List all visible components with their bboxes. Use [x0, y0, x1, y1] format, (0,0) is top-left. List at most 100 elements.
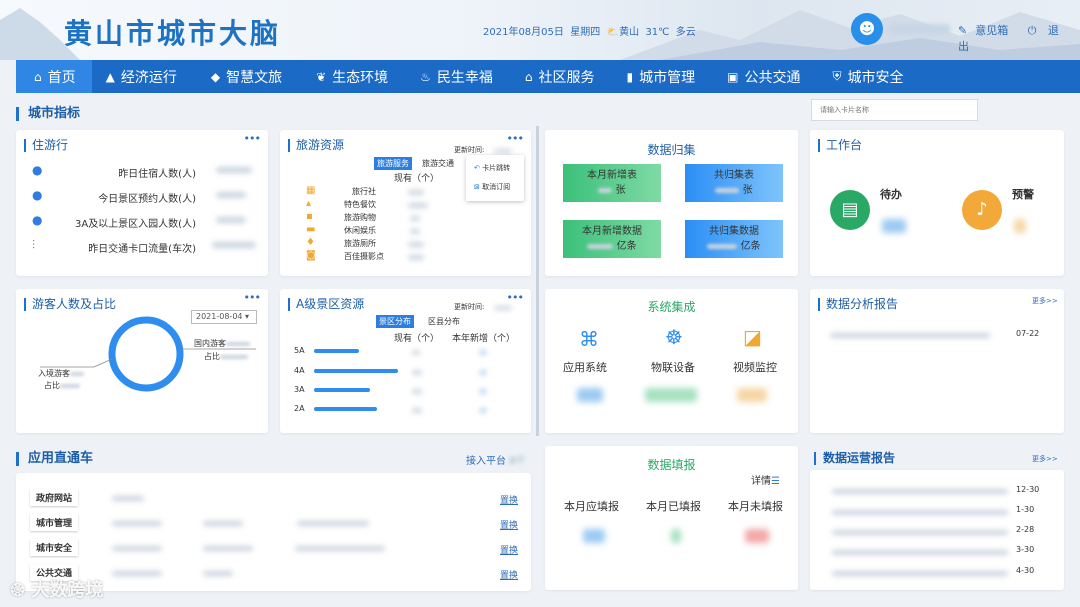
report-item[interactable]	[832, 507, 1008, 518]
domestic-text: 国内游客	[194, 339, 226, 348]
level-label: 5A	[294, 346, 305, 355]
card-context-menu: ↶ 卡片跳转 ⊠ 取消订阅	[466, 155, 524, 201]
monthly-new-tables[interactable]: 本月新增表 张	[563, 164, 661, 202]
card-title: 系统集成	[647, 300, 696, 314]
list-icon: ☰	[771, 476, 780, 487]
report-item[interactable]	[830, 330, 990, 341]
tab-scenic-distribution[interactable]: 景区分布	[376, 315, 414, 328]
detail-link[interactable]: 详情☰	[751, 472, 780, 487]
nav-label: 智慧文旅	[226, 69, 283, 86]
todo-count	[882, 214, 906, 239]
person-icon: ●	[32, 213, 43, 227]
lodging-value	[216, 165, 252, 176]
col-header: 现有（个）	[394, 174, 440, 184]
nav-label: 生态环境	[332, 69, 389, 86]
card-title: 住游行	[24, 139, 68, 152]
menu-jump[interactable]: ↶ 卡片跳转	[474, 163, 510, 173]
nav-environment[interactable]: ❦ 生态环境	[292, 60, 398, 93]
replace-link[interactable]: 置换	[500, 543, 518, 556]
nav-city-safety[interactable]: ⛨ 城市安全	[811, 60, 914, 93]
row-label: 休闲娱乐	[344, 226, 376, 235]
menu-label: 卡片跳转	[482, 164, 511, 172]
nav-public-transport[interactable]: ▣ 公共交通	[705, 60, 810, 93]
person-icon: ●	[32, 163, 43, 177]
menu-unsubscribe[interactable]: ⊠ 取消订阅	[474, 182, 510, 192]
feedback-label: 意见箱	[975, 24, 1009, 37]
nav-label: 公共交通	[744, 69, 801, 86]
food-icon: ▴	[306, 198, 312, 209]
stat-label: 共归集表	[714, 170, 754, 181]
replace-link[interactable]: 置换	[500, 568, 518, 581]
nav-livelihood[interactable]: ♨ 民生幸福	[398, 60, 503, 93]
card-search-input[interactable]	[811, 99, 978, 121]
nav-label: 民生幸福	[436, 69, 493, 86]
total-tables[interactable]: 共归集表 张	[685, 164, 783, 202]
card-visitors: 游客人数及占比 ••• 2021-08-04 ▾ 入境游客 占比 国内游客 占比	[16, 289, 268, 433]
vertical-scrollbar[interactable]	[536, 126, 539, 436]
ratio-text: 占比	[204, 352, 220, 361]
report-item[interactable]	[832, 527, 1008, 538]
report-item[interactable]	[832, 547, 1008, 558]
nav-economy[interactable]: ▲ 经济运行	[92, 60, 187, 93]
chart-icon: ▲	[105, 69, 115, 84]
todo-icon[interactable]: ▤	[830, 190, 870, 230]
avatar[interactable]: ☻	[851, 13, 883, 45]
tab-tourism-service[interactable]: 旅游服务	[374, 157, 412, 170]
report-item[interactable]	[832, 486, 1008, 497]
row-label: 旅游厕所	[344, 239, 376, 248]
nav-home[interactable]: ⌂ 首页	[16, 60, 92, 93]
temperature-text: 31℃	[645, 27, 670, 38]
lodging-label: 昨日住宿人数(人)	[118, 169, 196, 180]
report-date: 1-30	[1016, 505, 1035, 514]
more-link[interactable]: 更多>>	[1032, 454, 1058, 464]
stat-unit: 亿条	[616, 241, 637, 252]
app-category[interactable]: 政府网站	[30, 489, 79, 506]
jump-icon: ↶	[474, 164, 480, 172]
more-link[interactable]: 更多>>	[1032, 296, 1058, 306]
building-icon: ▮	[626, 69, 634, 84]
nav-label: 首页	[47, 69, 76, 86]
report-pending-count	[745, 524, 769, 549]
row-label: 旅游购物	[344, 213, 376, 222]
card-lodging: 住游行 ••• ● 昨日住宿人数(人) ● 今日景区预约人数(人) ● 3A及以…	[16, 130, 268, 276]
stat-unit: 亿条	[740, 241, 761, 252]
todo-label: 待办	[880, 188, 902, 201]
nav-community[interactable]: ⌂ 社区服务	[503, 60, 605, 93]
card-title: 数据填报	[647, 458, 696, 472]
lodging-row: ●	[32, 188, 42, 202]
replace-link[interactable]: 置换	[500, 518, 518, 531]
total-data[interactable]: 共归集数据 亿条	[685, 220, 783, 258]
level-new	[480, 367, 486, 378]
leaf-icon: ❦	[316, 69, 327, 84]
stat-value: 亿条	[563, 239, 661, 254]
header-links: ✎ 意见箱 ⏻ 退出	[958, 22, 1080, 54]
menu-label: 取消订阅	[482, 183, 511, 191]
app-category[interactable]: 城市安全	[30, 539, 79, 556]
replace-link[interactable]: 置换	[500, 493, 518, 506]
app-category[interactable]: 城市管理	[30, 514, 79, 531]
app-entries	[112, 568, 234, 579]
report-done-count	[671, 524, 681, 549]
report-item[interactable]	[832, 568, 1008, 579]
bus-icon: ▣	[727, 69, 739, 84]
more-icon[interactable]: •••	[244, 132, 261, 145]
warning-icon[interactable]: ♪	[962, 190, 1002, 230]
update-time-label: 更新时间:	[454, 146, 485, 154]
date-text: 2021年08月05日	[483, 27, 564, 38]
system-label: 物联设备	[651, 361, 695, 374]
stat-unit: 张	[615, 185, 626, 196]
tab-tourism-transport[interactable]: 旅游交通	[419, 157, 457, 170]
more-icon[interactable]: •••	[507, 132, 524, 145]
apps-icon: ⌘	[579, 327, 599, 351]
monthly-new-data[interactable]: 本月新增数据 亿条	[563, 220, 661, 258]
video-count	[737, 383, 767, 408]
nav-city-management[interactable]: ▮ 城市管理	[605, 60, 706, 93]
tab-county-distribution[interactable]: 区县分布	[425, 315, 463, 328]
feedback-link[interactable]: ✎ 意见箱	[958, 24, 1016, 37]
level-count	[412, 367, 422, 378]
nav-culture-tourism[interactable]: ◆ 智慧文旅	[187, 60, 292, 93]
traffic-chart-icon: ⫶	[32, 238, 36, 252]
toilet-icon: ♦	[306, 237, 315, 248]
iot-count	[645, 383, 697, 408]
location-text: 黄山	[619, 27, 640, 38]
